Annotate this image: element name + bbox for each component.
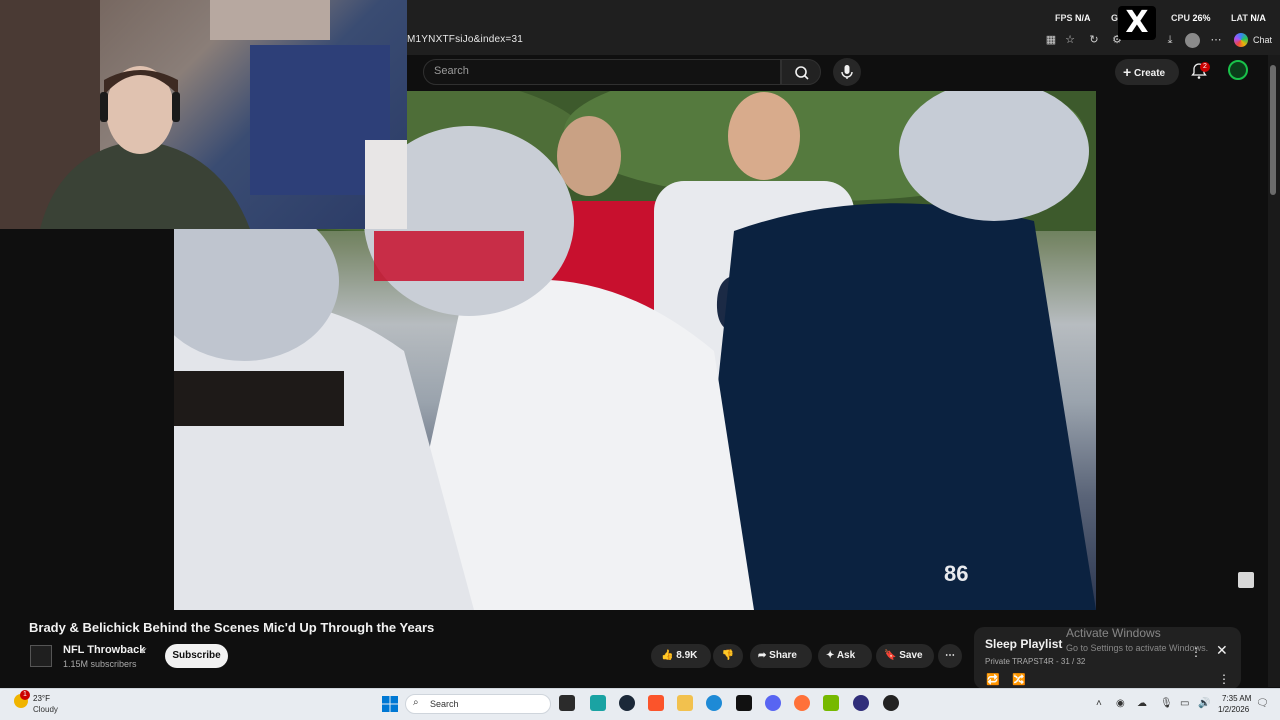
create-label: Create <box>1133 68 1166 79</box>
streamer-webcam <box>0 0 407 229</box>
share-button[interactable]: ➦ Share <box>750 644 812 668</box>
playlist-more-icon[interactable]: ⋮ <box>1218 672 1230 686</box>
microphone-tray-icon[interactable]: 🎙 <box>1160 698 1173 709</box>
weather-condition[interactable]: Cloudy <box>33 705 58 714</box>
save-label: Save <box>899 650 923 661</box>
refresh-icon[interactable]: ↻ <box>1087 33 1101 47</box>
more-actions-button[interactable]: ⋯ <box>938 644 962 668</box>
taskbar-search-icon: ⌕ <box>413 697 419 708</box>
obs-app-icon[interactable] <box>853 695 869 711</box>
profile-avatar[interactable] <box>1185 33 1200 48</box>
task-view-icon[interactable] <box>559 695 575 711</box>
loop-icon[interactable]: 🔁 <box>986 673 1000 686</box>
jersey-number-86: 86 <box>944 561 968 586</box>
microphone-icon <box>841 65 853 79</box>
taskbar-search-box[interactable] <box>405 694 551 714</box>
url-text[interactable]: M1YNXTFsiJo&index=31 <box>407 34 523 45</box>
shuffle-icon[interactable]: 🔀 <box>1012 673 1026 686</box>
playlist-meta: Private TRAPST4R - 31 / 32 <box>985 657 1086 666</box>
copilot-icon[interactable] <box>1234 33 1248 47</box>
clock-date[interactable]: 1/2/2026 <box>1218 705 1249 714</box>
cpu-stat: CPU 26% <box>1171 13 1211 23</box>
thumbs-up-icon: 👍 <box>661 650 674 661</box>
tray-overflow-icon[interactable]: ˄ <box>1096 698 1102 709</box>
channel-avatar[interactable] <box>30 645 52 667</box>
save-button[interactable]: 🔖 Save <box>876 644 934 668</box>
playlist-title[interactable]: Sleep Playlist <box>985 637 1062 651</box>
cpu-value: 26 <box>1192 13 1203 23</box>
nvidia-app-icon[interactable] <box>823 695 839 711</box>
like-button[interactable]: 👍 8.9K <box>651 644 711 668</box>
lat-value: N/A <box>1250 13 1266 23</box>
verified-badge-icon: ✔ <box>140 646 148 656</box>
file-explorer-icon[interactable] <box>677 695 693 711</box>
lat-stat: LAT N/A <box>1231 13 1266 23</box>
search-placeholder[interactable]: Search <box>434 65 469 77</box>
download-icon[interactable]: ⤓ <box>1163 33 1177 47</box>
x-logo-icon: X <box>1118 6 1156 40</box>
video-title: Brady & Belichick Behind the Scenes Mic'… <box>29 620 435 635</box>
notepad-app-icon[interactable] <box>590 695 606 711</box>
notification-count-badge: 2 <box>1200 62 1210 72</box>
cpu-label: CPU <box>1171 13 1191 23</box>
favorite-star-icon[interactable]: ☆ <box>1063 33 1077 47</box>
subscriber-count: 1.15M subscribers <box>63 659 137 669</box>
discord-app-icon[interactable] <box>765 695 781 711</box>
taskbar-search-placeholder[interactable]: Search <box>430 699 459 709</box>
cloud-tray-icon[interactable]: ☁ <box>1137 698 1147 709</box>
search-input[interactable] <box>423 59 781 85</box>
bookmark-icon: 🔖 <box>884 650 897 661</box>
clock-time[interactable]: 7:35 AM <box>1222 694 1251 703</box>
share-label: Share <box>769 650 797 661</box>
app-available-icon[interactable]: ▦ <box>1044 33 1058 47</box>
fps-label: FPS <box>1055 13 1073 23</box>
scrollbar-thumb[interactable] <box>1270 65 1276 195</box>
windows-taskbar <box>0 688 1280 720</box>
cpu-unit: % <box>1202 13 1211 23</box>
subscribe-button[interactable]: Subscribe <box>165 644 228 668</box>
plus-icon: + <box>1123 64 1132 80</box>
lat-label: LAT <box>1231 13 1248 23</box>
volume-tray-icon[interactable]: 🔊 <box>1198 698 1210 709</box>
brave-browser-icon[interactable] <box>648 695 664 711</box>
more-dots-icon: ⋯ <box>945 650 955 661</box>
search-button[interactable] <box>781 59 821 85</box>
autoplay-icon[interactable] <box>1238 572 1254 588</box>
edge-browser-icon[interactable] <box>706 695 722 711</box>
thumbs-down-icon: 👎 <box>721 650 735 661</box>
search-icon <box>795 66 809 80</box>
dislike-button[interactable]: 👎 <box>713 644 743 668</box>
activate-windows-title: Activate Windows <box>1066 626 1161 640</box>
tiktok-app-icon[interactable] <box>736 695 752 711</box>
steam-app-icon[interactable] <box>619 695 635 711</box>
weather-badge: 1 <box>20 690 30 700</box>
weather-temperature[interactable]: 23°F <box>33 694 50 703</box>
voice-search-button[interactable] <box>833 58 861 86</box>
webcam-feed <box>0 0 407 229</box>
close-playlist-icon[interactable]: ✕ <box>1216 642 1228 659</box>
sparkle-icon: ✦ <box>826 650 835 661</box>
ask-label: Ask <box>836 650 856 661</box>
create-button[interactable]: + Create <box>1115 59 1179 85</box>
windows-start-icon[interactable] <box>382 696 398 712</box>
account-avatar[interactable] <box>1228 60 1248 80</box>
obs-studio-icon[interactable] <box>883 695 899 711</box>
channel-name[interactable]: NFL Throwback <box>63 644 145 656</box>
like-count: 8.9K <box>676 650 698 661</box>
more-menu-icon[interactable]: ⋯ <box>1209 33 1223 47</box>
notification-center-icon[interactable]: 🗨 <box>1256 698 1269 709</box>
ask-button[interactable]: ✦ Ask <box>818 644 872 668</box>
fps-stat: FPS N/A <box>1055 13 1091 23</box>
activate-windows-subtitle: Go to Settings to activate Windows. <box>1066 643 1209 653</box>
firefox-app-icon[interactable] <box>794 695 810 711</box>
fps-value: N/A <box>1075 13 1091 23</box>
chat-label[interactable]: Chat <box>1253 35 1272 45</box>
player-letterbox-right <box>1096 91 1268 610</box>
share-icon: ➦ <box>758 650 767 661</box>
steam-tray-icon[interactable]: ◉ <box>1116 698 1125 709</box>
network-tray-icon[interactable]: ▭ <box>1180 698 1189 709</box>
player-letterbox-left <box>0 229 174 610</box>
